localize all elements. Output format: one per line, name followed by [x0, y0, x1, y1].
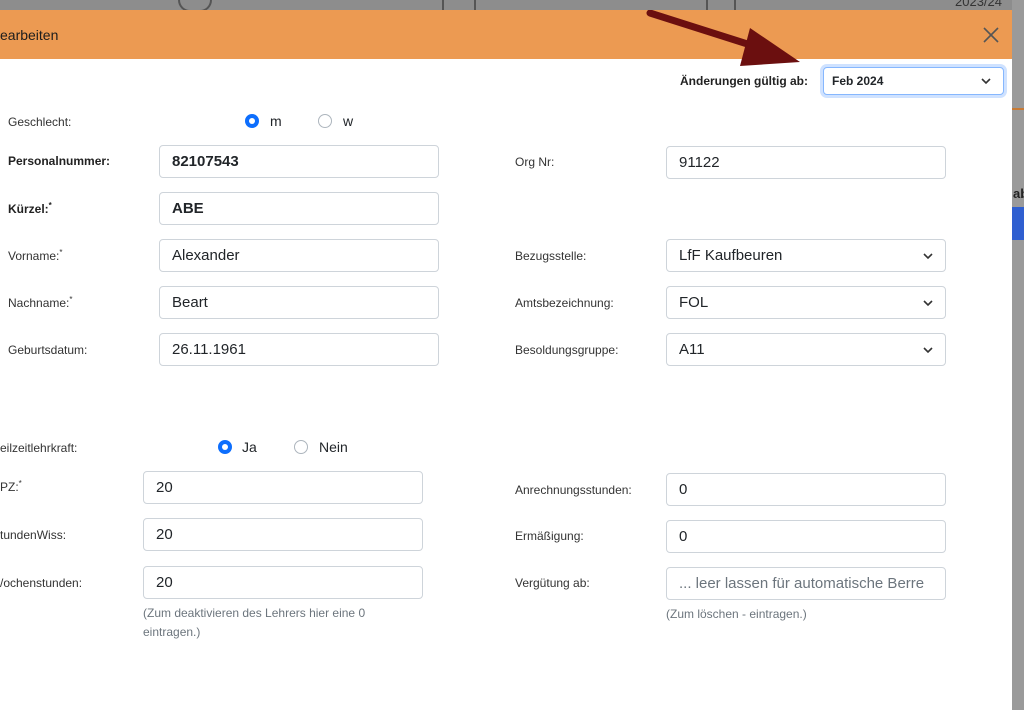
stunden-wiss-label: tundenWiss: — [0, 528, 67, 542]
verguetung-help-text: (Zum löschen - eintragen.) — [666, 607, 807, 621]
gender-label: Geschlecht: — [8, 115, 72, 129]
teilzeit-option-nein-label: Nein — [319, 439, 348, 455]
upz-input[interactable]: 20 — [143, 471, 423, 504]
chevron-down-icon — [981, 78, 991, 85]
personalnummer-input[interactable]: 82107543 — [159, 145, 439, 178]
org-nr-label: Org Nr: — [515, 155, 555, 169]
verguetung-label: Vergütung ab: — [515, 576, 590, 590]
wochenstunden-label: /ochenstunden: — [0, 576, 83, 590]
teilzeit-label: eilzeitlehrkraft: — [0, 441, 78, 455]
geburtsdatum-input[interactable]: 26.11.1961 — [159, 333, 439, 366]
annotation-arrow-icon — [646, 10, 800, 66]
ermaessigung-input[interactable]: 0 — [666, 520, 946, 553]
org-nr-input[interactable]: 91122 — [666, 146, 946, 179]
background-divider — [1012, 108, 1024, 110]
background-year-label: 2023/24 — [955, 0, 1002, 9]
amtsbezeichnung-label: Amtsbezeichnung: — [515, 296, 614, 310]
geburtsdatum-label: Geburtsdatum: — [8, 343, 88, 357]
valid-from-select[interactable]: Feb 2024 — [823, 67, 1004, 95]
amtsbezeichnung-select[interactable]: FOL — [666, 286, 946, 319]
nachname-input[interactable]: Beart — [159, 286, 439, 319]
valid-from-value: Feb 2024 — [832, 74, 884, 88]
anrechnungsstunden-input[interactable]: 0 — [666, 473, 946, 506]
chevron-down-icon — [923, 347, 933, 354]
chevron-down-icon — [923, 300, 933, 307]
upz-label: PZ:* — [0, 479, 22, 495]
gender-radio-w[interactable] — [318, 114, 332, 128]
bezugsstelle-value: LfF Kaufbeuren — [679, 247, 783, 264]
bezugsstelle-label: Bezugsstelle: — [515, 249, 587, 263]
gender-radio-m[interactable] — [245, 114, 259, 128]
nachname-label: Nachname:* — [8, 295, 73, 311]
wochenstunden-help-text: (Zum deaktivieren des Lehrers hier eine … — [143, 606, 366, 639]
wochenstunden-input[interactable]: 20 — [143, 566, 423, 599]
background-column-label: ab — [1013, 186, 1024, 201]
kuerzel-label: Kürzel:* — [8, 201, 52, 217]
gender-option-m-label: m — [270, 113, 282, 129]
besoldungsgruppe-select[interactable]: A11 — [666, 333, 946, 366]
kuerzel-input[interactable]: ABE — [159, 192, 439, 225]
besoldungsgruppe-label: Besoldungsgruppe: — [515, 343, 619, 357]
besoldungsgruppe-value: A11 — [679, 341, 705, 358]
close-icon[interactable] — [980, 24, 1002, 46]
teilzeit-radio-ja[interactable] — [218, 440, 232, 454]
teilzeit-option-ja-label: Ja — [242, 439, 257, 455]
background-selected-row — [1012, 207, 1024, 240]
verguetung-input[interactable]: ... leer lassen für automatische Berre — [666, 567, 946, 600]
background-page-edge — [1012, 0, 1024, 710]
background-page-bar — [0, 0, 1024, 10]
gender-option-w-label: w — [343, 113, 354, 129]
teilzeit-radio-nein[interactable] — [294, 440, 308, 454]
modal-header: earbeiten — [0, 10, 1012, 59]
edit-teacher-modal: earbeiten Änderungen gültig ab: Feb 2024… — [0, 10, 1012, 710]
vorname-input[interactable]: Alexander — [159, 239, 439, 272]
modal-title: earbeiten — [0, 27, 59, 43]
chevron-down-icon — [923, 253, 933, 260]
personalnummer-label: Personalnummer: — [8, 154, 111, 168]
ermaessigung-label: Ermäßigung: — [515, 529, 584, 543]
bezugsstelle-select[interactable]: LfF Kaufbeuren — [666, 239, 946, 272]
amtsbezeichnung-value: FOL — [679, 294, 709, 311]
stunden-wiss-input[interactable]: 20 — [143, 518, 423, 551]
anrechnungsstunden-label: Anrechnungsstunden: — [515, 483, 632, 497]
vorname-label: Vorname:* — [8, 248, 63, 264]
